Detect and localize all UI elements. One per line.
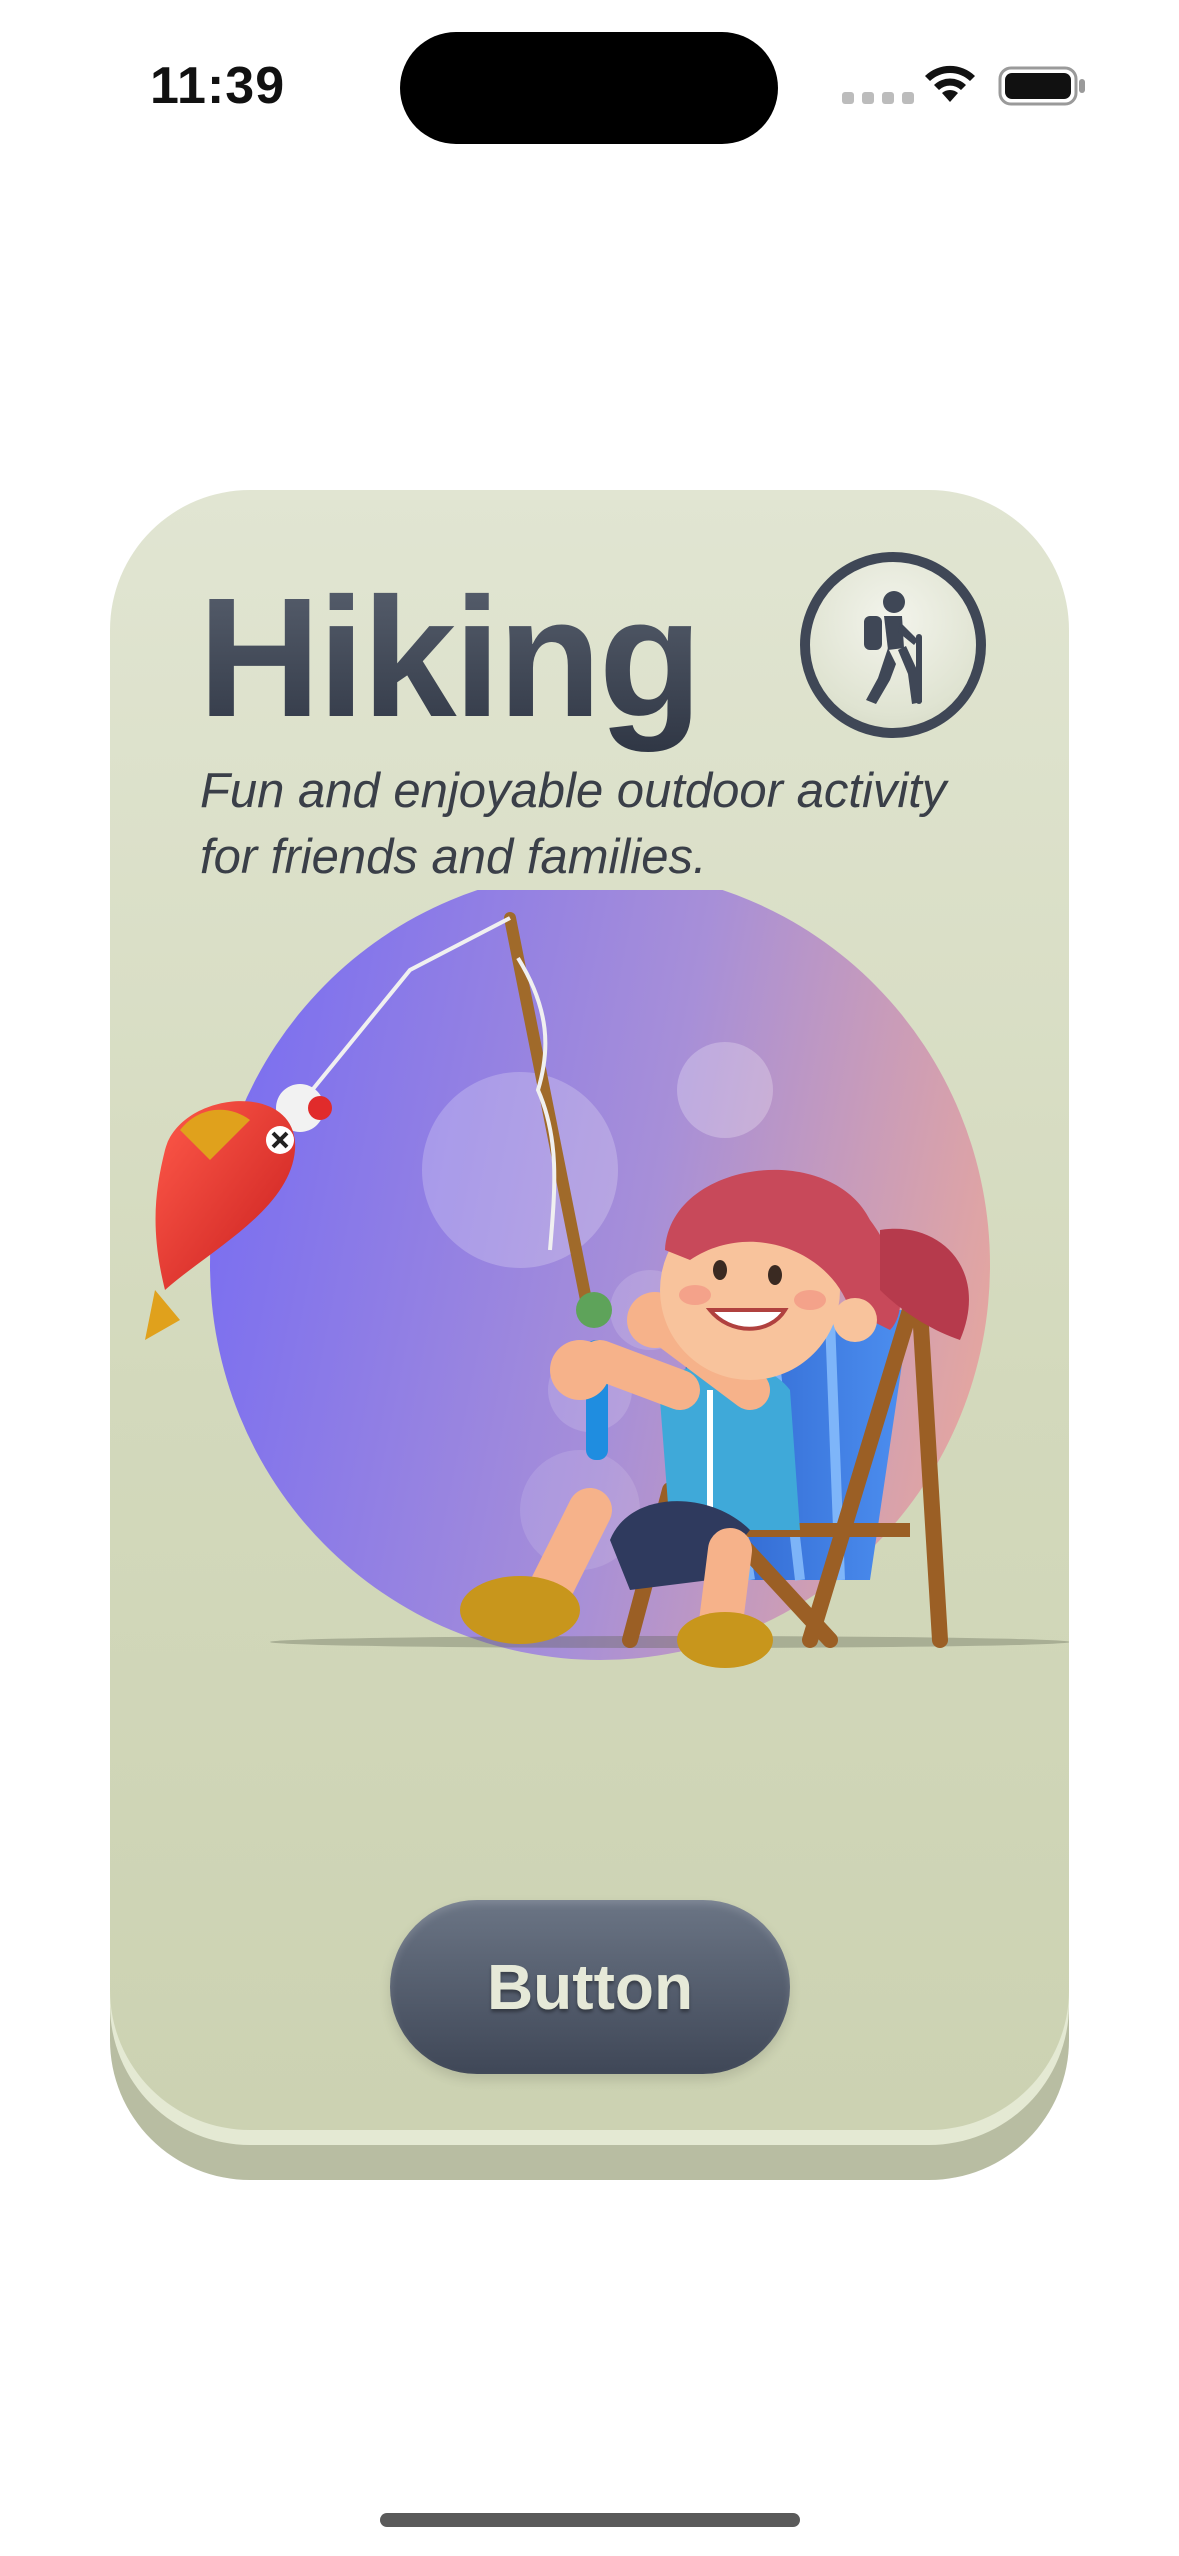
card-title: Hiking <box>198 560 702 756</box>
primary-button[interactable]: Button <box>390 1900 790 2074</box>
hiking-card: Hiking Fun and enjoyable outdoor activit… <box>110 490 1069 2130</box>
hiking-badge <box>800 552 986 738</box>
card-subtitle: Fun and enjoyable outdoor activity for f… <box>200 764 947 884</box>
status-time: 11:39 <box>150 57 286 115</box>
hiking-person-icon <box>864 591 922 704</box>
fishing-girl-illustration <box>145 890 1069 1668</box>
home-indicator[interactable] <box>380 2513 800 2527</box>
wifi-icon <box>925 65 975 102</box>
dynamic-island <box>400 32 778 144</box>
cellular-signal-icon <box>842 92 914 104</box>
battery-icon <box>998 66 1085 106</box>
primary-button-label: Button <box>486 1951 694 2023</box>
screen: 11:39 Hiking Fun and enjoyable outdoor a… <box>0 0 1179 2556</box>
